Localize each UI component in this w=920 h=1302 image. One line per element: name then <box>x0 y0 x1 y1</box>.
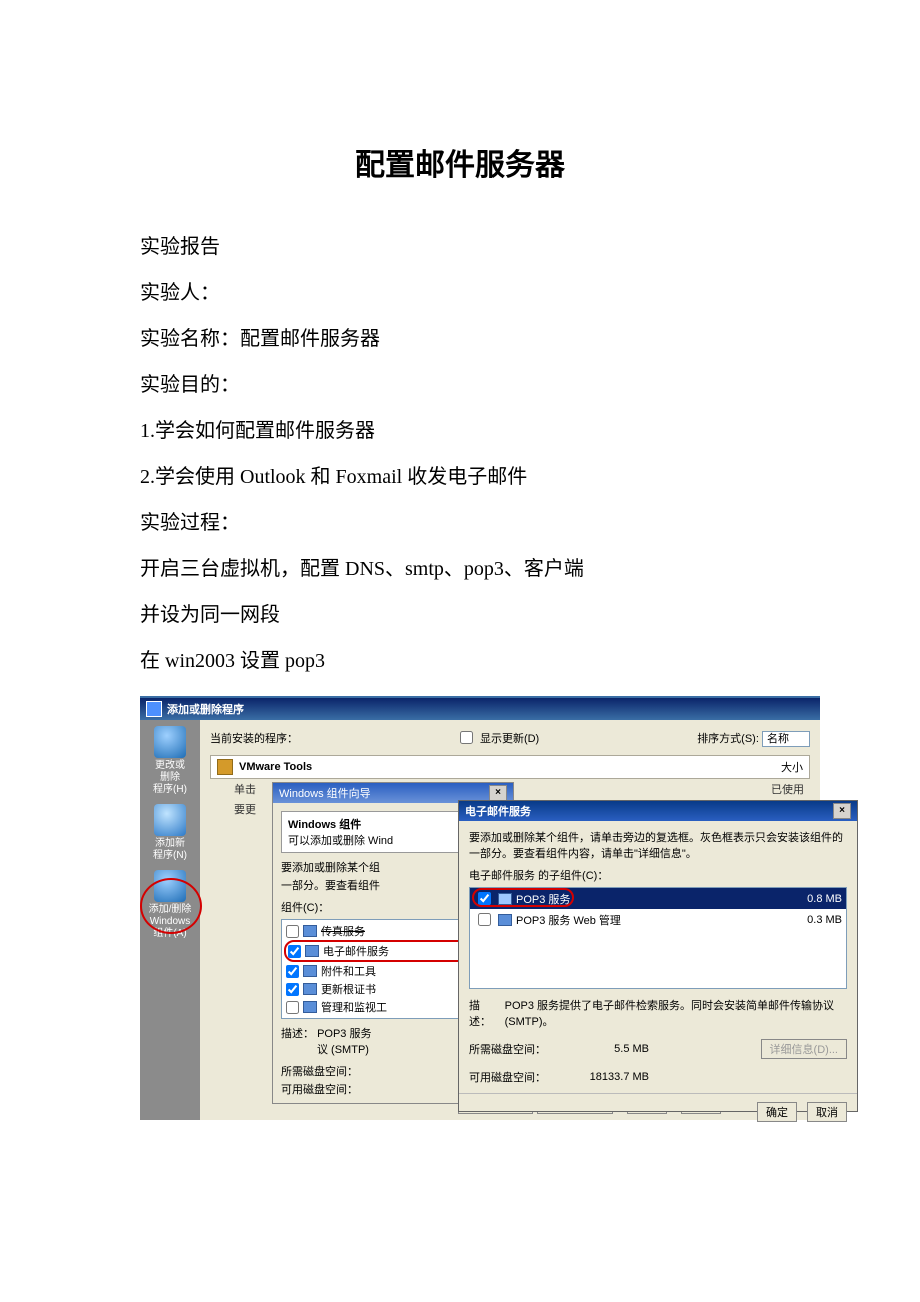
subcomponents-list[interactable]: POP3 服务 0.8 MB POP3 服务 Web 管理 0.3 MB <box>469 887 847 989</box>
pop3-web-checkbox[interactable] <box>478 913 491 926</box>
sb-label: 更改或 <box>143 760 197 772</box>
pop3-web-size: 0.3 MB <box>807 914 842 926</box>
pop3-service-row[interactable]: POP3 服务 0.8 MB <box>470 888 846 909</box>
pop3-size: 0.8 MB <box>807 893 842 905</box>
comp-rootcert: 更新根证书 <box>321 981 376 997</box>
used-header: 已使用 <box>771 781 804 797</box>
app-icon <box>146 701 162 717</box>
comp-fax: 传真服务 <box>321 923 365 939</box>
wizard2-intro: 要添加或删除某个组件，请单击旁边的复选框。灰色框表示只会安装该组件的一部分。要查… <box>469 829 847 861</box>
desc-label: 描述： <box>281 1028 314 1040</box>
para-goal1: 1.学会如何配置邮件服务器 <box>140 408 780 454</box>
pop3-web-label: POP3 服务 Web 管理 <box>516 912 621 928</box>
doc-title: 配置邮件服务器 <box>140 140 780 184</box>
window-titlebar: 添加或删除程序 <box>140 698 820 720</box>
avail-space-label: 可用磁盘空间： <box>469 1069 559 1085</box>
para-step1: 开启三台虚拟机，配置 DNS、smtp、pop3、客户端 <box>140 546 780 592</box>
wizard2-title: 电子邮件服务 <box>465 803 531 819</box>
avail-space-value: 18133.7 MB <box>559 1071 649 1083</box>
service-icon <box>498 893 512 905</box>
subcomponents-label: 电子邮件服务 的子组件(C)： <box>469 867 847 883</box>
show-updates-label: 显示更新(D) <box>480 730 539 746</box>
sub-line: 要更 <box>234 801 256 817</box>
pop3-label: POP3 服务 <box>516 891 570 907</box>
screenshot: 添加或删除程序 更改或 删除 程序(H) 添加新 程序(N) <box>140 696 820 1120</box>
acc-checkbox[interactable] <box>286 965 299 978</box>
comp-email: 电子邮件服务 <box>323 943 389 959</box>
window-title: 添加或删除程序 <box>167 701 244 717</box>
req-space-value: 5.5 MB <box>559 1043 649 1055</box>
sidebar-change-remove[interactable]: 更改或 删除 程序(H) <box>143 726 197 796</box>
program-icon <box>217 759 233 775</box>
sort-select[interactable]: 名称 <box>762 731 810 747</box>
service-icon <box>305 945 319 957</box>
email-checkbox[interactable] <box>288 945 301 958</box>
para-report: 实验报告 <box>140 224 780 270</box>
details-button[interactable]: 详细信息(D)... <box>761 1039 847 1059</box>
show-updates-input[interactable] <box>460 731 473 744</box>
service-icon <box>498 914 512 926</box>
windows-components-icon <box>154 870 186 902</box>
dialog-email-services: 电子邮件服务 × 要添加或删除某个组件，请单击旁边的复选框。灰色框表示只会安装该… <box>458 800 858 1112</box>
ok-button[interactable]: 确定 <box>757 1102 797 1122</box>
mgmt-checkbox[interactable] <box>286 1001 299 1014</box>
comp-mgmt: 管理和监视工 <box>321 999 387 1015</box>
cancel-button[interactable]: 取消 <box>807 1102 847 1122</box>
para-name: 实验名称：配置邮件服务器 <box>140 316 780 362</box>
add-new-icon <box>154 804 186 836</box>
service-icon <box>303 983 317 995</box>
service-icon <box>303 925 317 937</box>
sub-line: 单击 <box>234 781 256 797</box>
show-updates-checkbox[interactable]: 显示更新(D) <box>456 728 539 747</box>
change-remove-icon <box>154 726 186 758</box>
program-list-item[interactable]: VMware Tools 大小 <box>210 755 810 779</box>
sb-label: 程序(H) <box>143 784 197 796</box>
desc-label: 描述： <box>469 997 499 1029</box>
sidebar-add-new[interactable]: 添加新 程序(N) <box>143 804 197 862</box>
sb-label: Windows <box>143 916 197 928</box>
fax-checkbox[interactable] <box>286 925 299 938</box>
sb-label: 程序(N) <box>143 850 197 862</box>
wizard1-title: Windows 组件向导 <box>279 785 371 801</box>
para-person: 实验人： <box>140 270 780 316</box>
para-step3: 在 win2003 设置 pop3 <box>140 638 780 684</box>
sb-label: 添加/删除 <box>143 904 197 916</box>
req-space-label: 所需磁盘空间： <box>469 1041 559 1057</box>
desc-text: POP3 服务提供了电子邮件检索服务。同时会安装简单邮件传输协议 (SMTP)。 <box>505 997 847 1029</box>
sb-label: 删除 <box>143 772 197 784</box>
sb-label: 添加新 <box>143 838 197 850</box>
para-process: 实验过程： <box>140 500 780 546</box>
sort-label: 排序方式(S): <box>697 733 759 745</box>
desc-text: POP3 服务 <box>317 1028 371 1040</box>
service-icon <box>303 965 317 977</box>
main-pane: 当前安装的程序： 显示更新(D) 排序方式(S): 名称 VMware Tool… <box>200 720 820 1120</box>
sidebar-add-remove-windows[interactable]: 添加/删除 Windows 组件(A) <box>143 870 197 940</box>
sb-label: 组件(A) <box>143 928 197 940</box>
para-step2: 并设为同一网段 <box>140 592 780 638</box>
sidebar: 更改或 删除 程序(H) 添加新 程序(N) 添加/删除 Windows 组件(… <box>140 720 200 1120</box>
service-icon <box>303 1001 317 1013</box>
para-goal2: 2.学会使用 Outlook 和 Foxmail 收发电子邮件 <box>140 454 780 500</box>
installed-label: 当前安装的程序： <box>210 730 298 746</box>
pop3-web-row[interactable]: POP3 服务 Web 管理 0.3 MB <box>470 909 846 930</box>
close-icon[interactable]: × <box>489 785 507 801</box>
cert-checkbox[interactable] <box>286 983 299 996</box>
size-header: 大小 <box>781 759 803 775</box>
comp-accessories: 附件和工具 <box>321 963 376 979</box>
close-icon[interactable]: × <box>833 803 851 819</box>
program-name: VMware Tools <box>239 761 312 773</box>
pop3-checkbox[interactable] <box>478 892 491 905</box>
para-goal: 实验目的： <box>140 362 780 408</box>
